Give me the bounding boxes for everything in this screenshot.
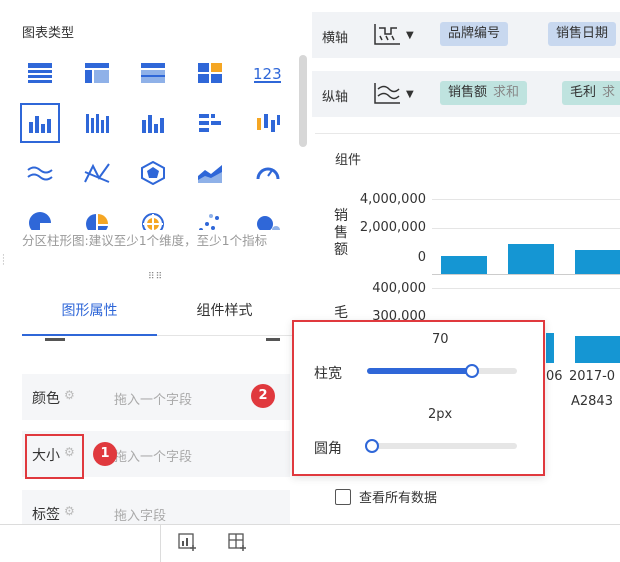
resize-handle-icon[interactable]: ⠿⠿ (148, 272, 163, 282)
gear-icon[interactable]: ⚙ (64, 504, 75, 518)
bar-style-popup: 70 柱宽 2px 圆角 (292, 320, 545, 476)
label-field-row[interactable]: 标签 ⚙ 拖入字段 (22, 490, 290, 525)
y-field-pill[interactable]: 销售额 求和 (440, 81, 528, 105)
bar[interactable] (441, 256, 487, 274)
number-card-icon[interactable]: 123 (248, 55, 288, 93)
sector-pie-icon[interactable] (77, 203, 117, 230)
x-tick-label: A2843 (571, 394, 613, 409)
y-axis-label: 纵轴 (322, 90, 349, 105)
add-chart-icon[interactable] (178, 532, 198, 552)
corner-radius-slider[interactable] (365, 439, 517, 453)
bar-width-value: 70 (432, 332, 449, 347)
corner-radius-value: 2px (428, 407, 453, 422)
cross-table-icon[interactable] (77, 55, 117, 93)
kpi-card-icon[interactable] (190, 55, 230, 93)
line-chart-icon[interactable] (20, 153, 60, 193)
chevron-down-icon[interactable]: ▼ (406, 89, 414, 100)
table-icon[interactable] (20, 55, 60, 93)
x-field-pill[interactable]: 品牌编号 (440, 22, 509, 46)
bar[interactable] (575, 250, 620, 274)
y-field-name: 毛利 (570, 85, 597, 100)
gridline (432, 288, 620, 289)
corner-radius-slider-thumb[interactable] (365, 439, 379, 453)
x-field-pill[interactable]: 销售日期 (548, 22, 617, 46)
label-label: 标签 (32, 507, 60, 523)
property-tabs: 图形属性 组件样式 (22, 286, 292, 336)
stacked-bar-icon[interactable] (77, 103, 117, 143)
bar-width-label: 柱宽 (314, 366, 342, 382)
gauge-icon[interactable] (248, 153, 288, 193)
x-axis-bar: 横轴 ▼ 品牌编号 销售日期 (312, 12, 620, 58)
tab-component-style[interactable]: 组件样式 (157, 286, 292, 336)
gridline (432, 228, 620, 229)
x-tick-label: 2017-0 (569, 369, 616, 384)
chart-types-scrollbar[interactable] (299, 55, 307, 147)
label-drop-zone[interactable]: 拖入字段 (114, 505, 166, 524)
radar-chart-icon[interactable] (133, 153, 173, 193)
show-all-data-checkbox[interactable] (335, 488, 351, 505)
radar-line-icon[interactable] (77, 153, 117, 193)
bar-width-slider[interactable] (367, 364, 517, 378)
detail-table-icon[interactable] (133, 55, 173, 93)
side-drag-handle-icon[interactable]: · · · · (2, 252, 6, 270)
y-tick-label: 0 (417, 250, 426, 265)
chart-config-panel: 图表类型 123 分区柱形图:建议至少1个维度，至少1个指标 ⠿⠿ · · · … (0, 0, 312, 525)
size-drop-zone[interactable]: 拖入一个字段 (114, 446, 192, 465)
color-field-row[interactable]: 颜色 ⚙ 拖入一个字段 (22, 374, 290, 420)
y-field-agg: 求 (602, 85, 616, 100)
bottom-toolbar (0, 524, 620, 562)
show-all-data-label: 查看所有数据 (359, 491, 438, 506)
y-tick-label: 2,000,000 (359, 220, 426, 235)
chart-title: 组件 (335, 153, 362, 168)
svg-text:123: 123 (253, 65, 282, 83)
gear-icon[interactable]: ⚙ (64, 388, 75, 402)
horizontal-bar-icon[interactable] (190, 103, 230, 143)
y-field-agg: 求和 (493, 85, 520, 100)
rose-chart-icon[interactable] (133, 203, 173, 230)
column-bar-icon[interactable] (133, 103, 173, 143)
step-badge-1: 1 (93, 442, 117, 466)
chevron-down-icon[interactable]: ▼ (406, 30, 414, 41)
bar-width-slider-fill (367, 368, 472, 374)
step-badge-2: 2 (251, 384, 275, 408)
y-tick-label: 400,000 (372, 281, 426, 296)
grouped-bar-icon[interactable] (20, 103, 60, 143)
color-drop-zone[interactable]: 拖入一个字段 (114, 389, 192, 408)
x-axis-label: 横轴 (322, 31, 349, 46)
chart-type-hint: 分区柱形图:建议至少1个维度，至少1个指标 (22, 233, 268, 248)
chart-types-title: 图表类型 (22, 26, 75, 41)
waterfall-icon[interactable] (248, 103, 288, 143)
corner-radius-label: 圆角 (314, 441, 342, 457)
chart-type-grid: 123 (18, 55, 298, 230)
bubble-icon[interactable] (248, 203, 288, 230)
size-highlight-box (25, 434, 84, 479)
tab-graphic-properties[interactable]: 图形属性 (22, 286, 157, 336)
x-tick-label: 06 (546, 369, 563, 384)
bar[interactable] (508, 244, 554, 274)
y-tick-label: 4,000,000 (359, 192, 426, 207)
x-axis-type-icon[interactable] (372, 22, 402, 48)
y-axis-type-icon[interactable] (372, 81, 402, 107)
bar[interactable] (546, 333, 554, 363)
gridline (432, 199, 620, 200)
show-all-data-row[interactable]: 查看所有数据 (335, 487, 437, 506)
y-field-name: 销售额 (448, 85, 488, 100)
area-chart-icon[interactable] (190, 153, 230, 193)
bar[interactable] (575, 336, 620, 363)
scatter-icon[interactable] (190, 203, 230, 230)
y-field-pill[interactable]: 毛利求 (562, 81, 620, 105)
baseline (432, 274, 620, 275)
bar-width-slider-thumb[interactable] (465, 364, 479, 378)
clipped-row-remnant (40, 338, 300, 346)
color-label: 颜色 (32, 391, 60, 407)
pie-chart-icon[interactable] (20, 203, 60, 230)
y-axis-bar: 纵轴 ▼ 销售额 求和 毛利求 (312, 71, 620, 117)
add-component-icon[interactable] (228, 532, 248, 552)
bottom-divider (160, 525, 161, 562)
